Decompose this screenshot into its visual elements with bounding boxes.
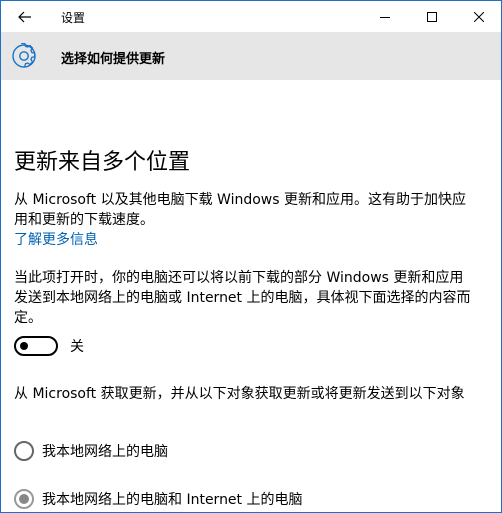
toggle-state-label: 关	[70, 339, 84, 355]
radio-selected-dot	[19, 494, 29, 504]
description-text: 从 Microsoft 以及其他电脑下载 Windows 更新和应用。这有助于加…	[14, 192, 467, 228]
delivery-optimization-toggle-row: 关	[14, 335, 84, 357]
radio-label-local-network: 我本地网络上的电脑	[42, 444, 168, 460]
section-heading: 更新来自多个位置	[14, 150, 191, 175]
page-title: 选择如何提供更新	[61, 52, 166, 67]
radio-option-local-network[interactable]: 我本地网络上的电脑	[14, 440, 168, 462]
page-header: 选择如何提供更新	[1, 32, 501, 80]
settings-window: 设置 选择如何提供更新 更新来自多个位置 从 Microsoft 以及其他电脑下…	[0, 0, 502, 513]
learn-more-link[interactable]: 了解更多信息	[14, 230, 98, 250]
radio-option-local-and-internet[interactable]: 我本地网络上的电脑和 Internet 上的电脑	[14, 488, 303, 510]
radio-button-local-and-internet[interactable]	[14, 489, 34, 509]
gear-icon	[12, 43, 36, 68]
maximize-icon	[427, 11, 437, 22]
close-button[interactable]	[456, 1, 501, 32]
close-icon	[474, 11, 484, 22]
delivery-optimization-toggle[interactable]	[14, 336, 58, 356]
radio-button-local-network[interactable]	[14, 441, 34, 461]
window-title: 设置	[61, 11, 86, 25]
title-bar: 设置	[1, 1, 501, 32]
toggle-description-text: 当此项打开时，你的电脑还可以将以前下载的部分 Windows 更新和应用发送到本…	[14, 270, 471, 326]
back-button[interactable]	[3, 1, 47, 32]
back-arrow-icon	[18, 11, 31, 22]
minimize-icon	[380, 16, 390, 18]
toggle-knob	[20, 342, 28, 350]
minimize-button[interactable]	[362, 1, 408, 32]
maximize-button[interactable]	[409, 1, 455, 32]
source-description-text: 从 Microsoft 获取更新，并从以下对象获取更新或将更新发送到以下对象	[14, 386, 465, 402]
radio-label-local-and-internet: 我本地网络上的电脑和 Internet 上的电脑	[42, 492, 303, 508]
